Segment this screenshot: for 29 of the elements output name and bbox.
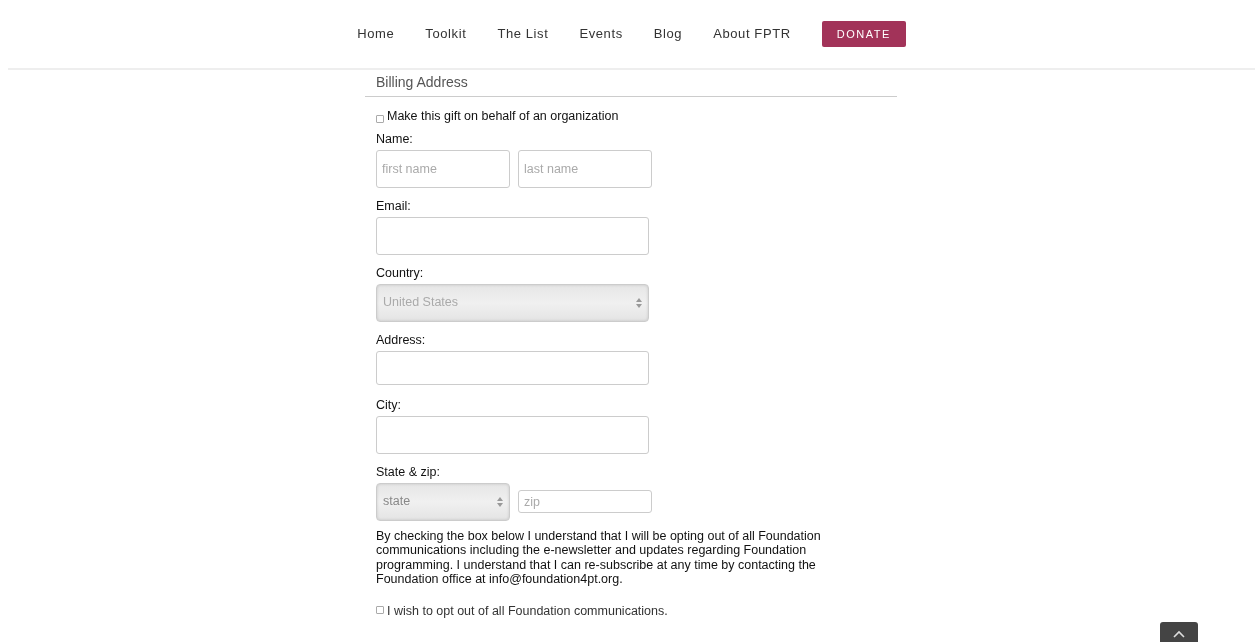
field-label: Country: — [376, 265, 425, 281]
section-heading: Billing Address — [365, 72, 897, 97]
field-label: Name: — [376, 131, 414, 147]
nav-link[interactable]: The List — [497, 24, 549, 44]
nav-link[interactable]: Home — [357, 24, 395, 44]
updown-arrows-icon — [497, 496, 503, 507]
field-label: State & zip: — [376, 464, 441, 480]
input-field[interactable] — [376, 415, 649, 454]
input-field[interactable]: first name — [376, 149, 510, 188]
checkbox[interactable] — [376, 606, 384, 615]
input-field[interactable] — [376, 216, 649, 255]
input-field[interactable]: zip — [518, 490, 652, 514]
nav-link[interactable]: About FPTR — [713, 24, 791, 44]
nav-link[interactable]: Blog — [653, 24, 683, 44]
updown-arrows-icon — [636, 297, 642, 308]
donate-button[interactable]: DONATE — [821, 20, 906, 48]
nav-link[interactable]: Toolkit — [425, 24, 467, 44]
field-label: Address: — [376, 332, 427, 348]
checkbox[interactable] — [376, 114, 384, 123]
field-label: Email: — [376, 198, 412, 214]
input-field[interactable]: last name — [518, 149, 652, 188]
input-field[interactable] — [376, 350, 649, 385]
checkbox-label: I wish to opt out of all Foundation communications. — [387, 604, 668, 620]
checkbox-label: Make this gift on behalf of an organization — [387, 108, 619, 124]
nav-link[interactable]: Events — [579, 24, 623, 44]
back-to-top-button[interactable] — [1160, 622, 1198, 642]
chevron-up-icon — [1173, 630, 1185, 638]
notice-text: By checking the box below I understand that I will be opting out of all Foundation communications including the e-newsletter and updates regarding Foundation programming. I understand that I can re-subscribe at any time by contacting the Foundation office at info@foundation4pt.org. — [376, 528, 822, 587]
field-label: City: — [376, 397, 402, 413]
